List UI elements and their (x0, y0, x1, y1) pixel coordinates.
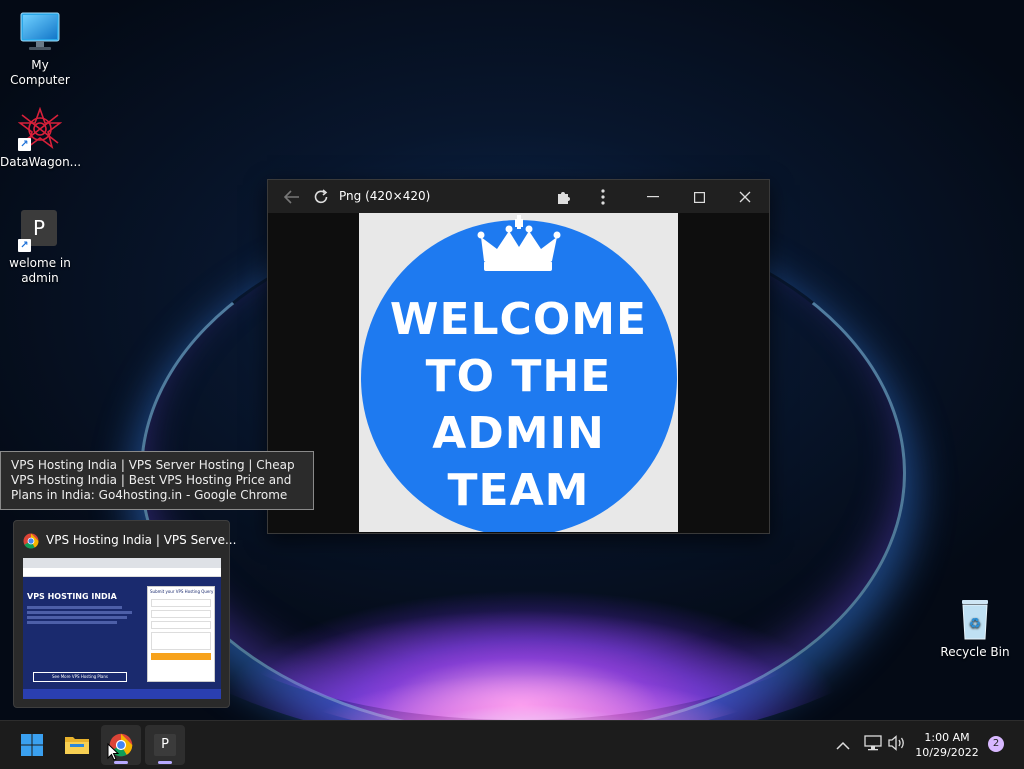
window-titlebar[interactable]: Png (420×420) (268, 180, 769, 213)
welcome-image: WELCOME TO THE ADMIN TEAM (359, 213, 678, 532)
taskbar-tooltip: VPS Hosting India | VPS Server Hosting |… (0, 451, 314, 510)
app-p-icon: P ↗ (18, 208, 62, 252)
start-button[interactable] (12, 725, 52, 765)
notification-badge[interactable]: 2 (988, 736, 1004, 752)
image-viewer-window[interactable]: Png (420×420) WELCOME TO THE ADMIN TEAM (267, 179, 770, 534)
clock-time: 1:00 AM (924, 731, 970, 744)
network-icon[interactable] (864, 735, 882, 755)
tooltip-text: VPS Hosting India | VPS Server Hosting |… (11, 458, 295, 502)
mouse-cursor-icon (107, 743, 119, 761)
chrome-window-preview[interactable]: VPS Hosting India | VPS Serve... VPS HOS… (13, 520, 236, 708)
thumb-form-title: Submit your VPS Hosting Query (150, 589, 214, 594)
app-p-glyph: P (154, 734, 176, 756)
thumb-heading: VPS HOSTING INDIA (27, 592, 117, 601)
image-text-line: WELCOME (389, 294, 648, 345)
image-text-line: TEAM (447, 465, 590, 516)
volume-icon[interactable] (888, 735, 906, 755)
image-text-line: TO THE (425, 351, 612, 402)
minimize-button[interactable] (640, 184, 666, 210)
desktop-icon-label: Recycle Bin (940, 645, 1010, 659)
windows-logo-icon (21, 734, 43, 756)
image-text-line: ADMIN (432, 408, 605, 459)
thumb-cta-button: See More VPS Hosting Plans (33, 672, 127, 682)
system-clock[interactable]: 1:00 AM 10/29/2022 (912, 730, 982, 760)
shortcut-arrow-icon: ↗ (18, 239, 31, 252)
taskbar: P 1:00 AM 10/29/2022 (0, 720, 1024, 769)
back-arrow-icon[interactable] (281, 184, 303, 210)
more-vertical-icon[interactable] (592, 184, 614, 210)
recycle-bin-icon: ♻ (953, 597, 997, 641)
desktop-icon-datawagon[interactable]: ↗ DataWagon... (0, 106, 82, 170)
desktop-icon-label: welome in admin (9, 256, 71, 285)
preview-thumbnail[interactable]: VPS HOSTING INDIA See More VPS Hosting P… (23, 558, 221, 699)
desktop-icon-welome-in-admin[interactable]: P ↗ welome in admin (0, 208, 80, 286)
folder-icon (65, 737, 89, 754)
clock-date: 10/29/2022 (915, 746, 979, 759)
running-indicator (114, 761, 128, 764)
close-button[interactable] (732, 184, 758, 210)
svg-text:♻: ♻ (969, 616, 982, 632)
desktop-icon-recycle-bin[interactable]: ♻ Recycle Bin (935, 597, 1015, 660)
extensions-puzzle-icon[interactable] (552, 184, 574, 210)
chrome-icon (23, 533, 39, 553)
window-title: Png (420×420) (339, 189, 431, 203)
shortcut-arrow-icon: ↗ (18, 138, 31, 151)
desktop-icon-my-computer[interactable]: My Computer (0, 10, 80, 88)
maximize-button[interactable] (686, 184, 712, 210)
file-explorer-button[interactable] (57, 725, 97, 765)
desktop-icon-label: My Computer (10, 58, 70, 87)
viewer-content: WELCOME TO THE ADMIN TEAM (268, 213, 769, 533)
preview-title: VPS Hosting India | VPS Serve... (46, 533, 237, 547)
desktop-icon-label: DataWagon... (0, 155, 82, 169)
p-app-taskbar-button[interactable]: P (145, 725, 185, 765)
monitor-icon (18, 10, 62, 54)
chevron-up-icon[interactable] (836, 736, 850, 755)
datawagon-logo-icon: ↗ (17, 106, 63, 151)
running-indicator (158, 761, 172, 764)
reload-icon[interactable] (310, 184, 332, 210)
